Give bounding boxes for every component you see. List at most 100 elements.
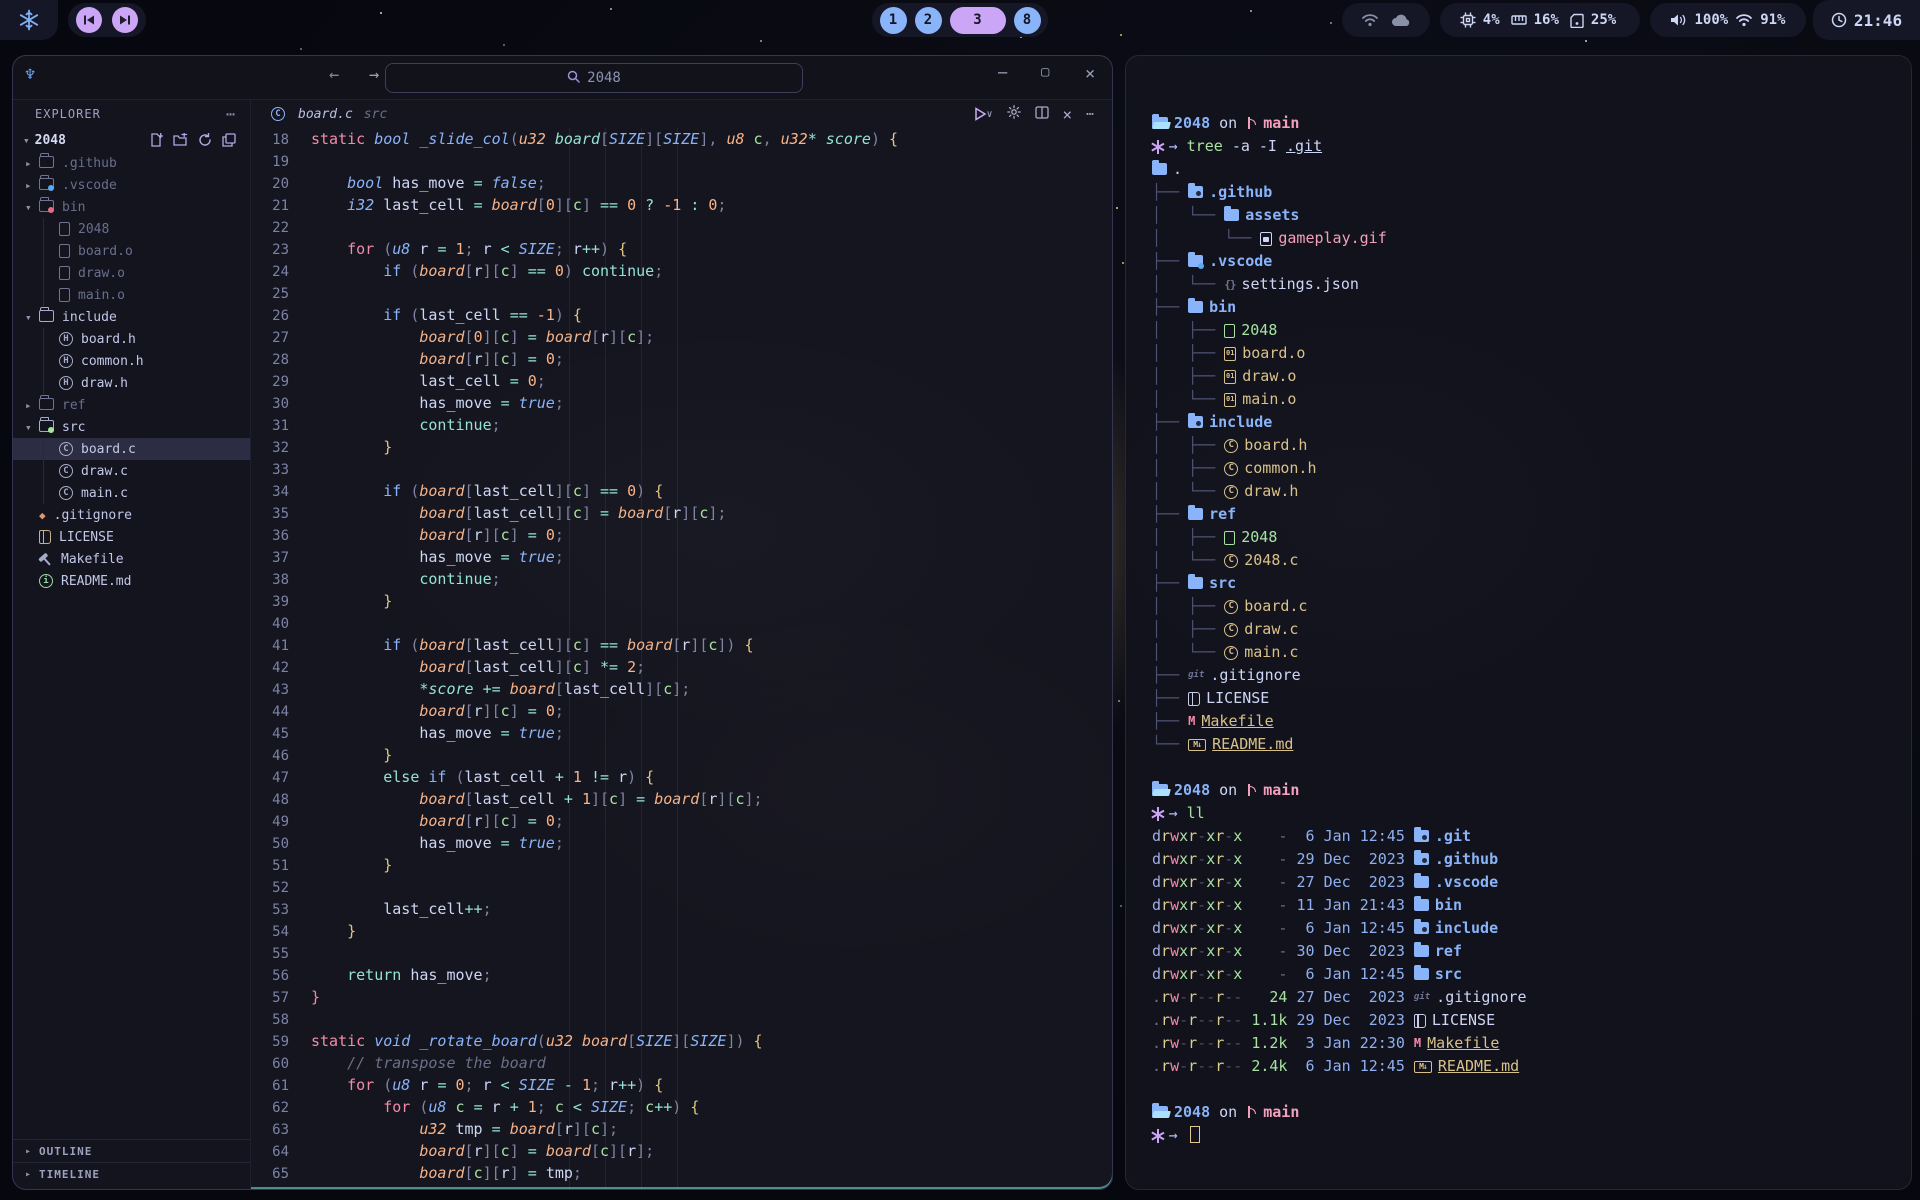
code-line-65[interactable]: 65 board[c][r] = tmp; [251,1162,1110,1184]
code-line-56[interactable]: 56 return has_move; [251,964,1110,986]
tree-item-draw.c[interactable]: draw.c [13,460,250,482]
close-editor-button[interactable]: × [1063,105,1073,124]
code-line-64[interactable]: 64 board[r][c] = board[c][r]; [251,1140,1110,1162]
audio-network-tray[interactable]: 100% 91% [1650,3,1806,37]
tree-item-draw.h[interactable]: draw.h [13,372,250,394]
code-line-18[interactable]: 18static bool _slide_col(u32 board[SIZE]… [251,128,1110,150]
timeline-panel-header[interactable]: ▸ TIMELINE [13,1162,250,1185]
code-line-35[interactable]: 35 board[last_cell][c] = board[r][c]; [251,502,1110,524]
tree-item-common.h[interactable]: common.h [13,350,250,372]
code-line-30[interactable]: 30 has_move = true; [251,392,1110,414]
tree-item-.vscode[interactable]: ▸.vscode [13,174,250,196]
media-next-button[interactable] [112,7,138,33]
tree-item-board.h[interactable]: board.h [13,328,250,350]
tree-item-ref[interactable]: ▸ref [13,394,250,416]
workspace-1[interactable]: 1 [880,7,907,34]
collapse-all-button[interactable] [222,133,236,147]
code-line-46[interactable]: 46 } [251,744,1110,766]
code-line-29[interactable]: 29 last_cell = 0; [251,370,1110,392]
new-file-button[interactable] [149,133,163,147]
tree-item-main.o[interactable]: main.o [13,284,250,306]
code-line-27[interactable]: 27 board[0][c] = board[r][c]; [251,326,1110,348]
command-search-box[interactable]: 2048 [385,63,803,93]
clock[interactable]: 21:46 [1813,0,1920,40]
tree-item-board.o[interactable]: board.o [13,240,250,262]
tree-item-.github[interactable]: ▸.github [13,152,250,174]
code-line-41[interactable]: 41 if (board[last_cell][c] == board[r][c… [251,634,1110,656]
code-line-52[interactable]: 52 [251,876,1110,898]
code-line-63[interactable]: 63 u32 tmp = board[r][c]; [251,1118,1110,1140]
code-line-25[interactable]: 25 [251,282,1110,304]
refresh-button[interactable] [198,133,212,147]
code-line-55[interactable]: 55 [251,942,1110,964]
code-line-51[interactable]: 51 } [251,854,1110,876]
code-line-20[interactable]: 20 bool has_move = false; [251,172,1110,194]
system-stats[interactable]: 4% 16% 25% [1440,3,1640,37]
tree-item-include[interactable]: ▾include [13,306,250,328]
settings-gear-button[interactable] [1007,105,1021,123]
code-line-32[interactable]: 32 } [251,436,1110,458]
run-debug-button[interactable]: ∨ [974,107,993,121]
close-button[interactable]: × [1085,64,1095,84]
code-line-19[interactable]: 19 [251,150,1110,172]
media-prev-button[interactable] [76,7,102,33]
code-line-21[interactable]: 21 i32 last_cell = board[0][c] == 0 ? -1… [251,194,1110,216]
code-line-34[interactable]: 34 if (board[last_cell][c] == 0) { [251,480,1110,502]
explorer-menu-button[interactable]: ⋯ [226,105,236,123]
code-line-28[interactable]: 28 board[r][c] = 0; [251,348,1110,370]
code-line-44[interactable]: 44 board[r][c] = 0; [251,700,1110,722]
tree-item-README.md[interactable]: README.md [13,570,250,592]
workspace-3-active[interactable]: 3 [950,7,1006,34]
terminal-content[interactable]: 2048 on main→ tree -a -I .git.├── .githu… [1126,56,1911,1189]
tree-item-Makefile[interactable]: Makefile [13,548,250,570]
code-line-36[interactable]: 36 board[r][c] = 0; [251,524,1110,546]
network-tray[interactable] [1342,3,1430,37]
code-line-26[interactable]: 26 if (last_cell == -1) { [251,304,1110,326]
code-line-33[interactable]: 33 [251,458,1110,480]
minimize-button[interactable]: ─ [998,64,1007,82]
code-line-40[interactable]: 40 [251,612,1110,634]
code-line-62[interactable]: 62 for (u8 c = r + 1; c < SIZE; c++) { [251,1096,1110,1118]
code-line-31[interactable]: 31 continue; [251,414,1110,436]
code-line-22[interactable]: 22 [251,216,1110,238]
tree-item-board.c[interactable]: board.c [13,438,250,460]
tree-item-.gitignore[interactable]: .gitignore [13,504,250,526]
tree-item-2048[interactable]: 2048 [13,218,250,240]
code-line-58[interactable]: 58 [251,1008,1110,1030]
nav-back-button[interactable]: ← [329,65,339,85]
nav-forward-button[interactable]: → [369,65,379,85]
explorer-root[interactable]: ▾ 2048 [13,128,250,152]
code-line-53[interactable]: 53 last_cell++; [251,898,1110,920]
tree-item-main.c[interactable]: main.c [13,482,250,504]
editor-titlebar[interactable]: ♆ ← → 2048 ─ ▢ × [13,56,1112,100]
code-line-37[interactable]: 37 has_move = true; [251,546,1110,568]
code-line-39[interactable]: 39 } [251,590,1110,612]
workspace-2[interactable]: 2 [915,7,942,34]
maximize-button[interactable]: ▢ [1041,64,1049,80]
code-line-42[interactable]: 42 board[last_cell][c] *= 2; [251,656,1110,678]
code-line-24[interactable]: 24 if (board[r][c] == 0) continue; [251,260,1110,282]
code-editor[interactable]: 18static bool _slide_col(u32 board[SIZE]… [251,128,1110,1189]
workspace-8[interactable]: 8 [1014,7,1041,34]
breadcrumb[interactable]: board.c src [251,107,387,122]
code-line-59[interactable]: 59static void _rotate_board(u32 board[SI… [251,1030,1110,1052]
new-folder-button[interactable] [173,133,188,147]
code-line-49[interactable]: 49 board[r][c] = 0; [251,810,1110,832]
code-line-61[interactable]: 61 for (u8 r = 0; r < SIZE - 1; r++) { [251,1074,1110,1096]
tree-item-bin[interactable]: ▾bin [13,196,250,218]
code-line-38[interactable]: 38 continue; [251,568,1110,590]
more-actions-button[interactable]: ⋯ [1086,107,1094,122]
tree-item-LICENSE[interactable]: LICENSE [13,526,250,548]
split-editor-button[interactable] [1035,106,1049,123]
code-line-57[interactable]: 57} [251,986,1110,1008]
code-line-47[interactable]: 47 else if (last_cell + 1 != r) { [251,766,1110,788]
outline-panel-header[interactable]: ▸ OUTLINE [13,1139,250,1162]
code-line-43[interactable]: 43 *score += board[last_cell][c]; [251,678,1110,700]
tree-item-src[interactable]: ▾src [13,416,250,438]
code-line-50[interactable]: 50 has_move = true; [251,832,1110,854]
code-line-23[interactable]: 23 for (u8 r = 1; r < SIZE; r++) { [251,238,1110,260]
code-line-60[interactable]: 60 // transpose the board [251,1052,1110,1074]
code-line-45[interactable]: 45 has_move = true; [251,722,1110,744]
launcher-button[interactable] [0,0,58,40]
tree-item-draw.o[interactable]: draw.o [13,262,250,284]
